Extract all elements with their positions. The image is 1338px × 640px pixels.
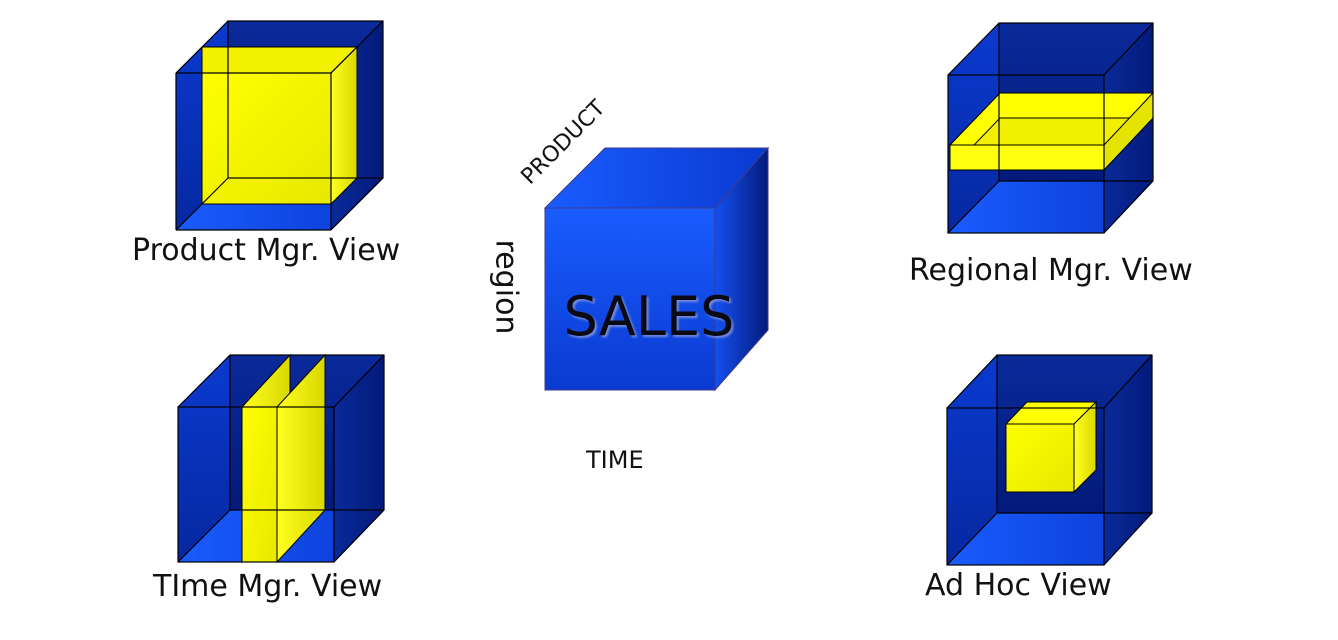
time-axis-label: TIME [586,446,644,474]
adhoc-view-caption: Ad Hoc View [925,568,1112,603]
product-slice-side [330,45,358,206]
time-view-caption: TIme Mgr. View [153,569,383,604]
time-slice-front [241,406,278,563]
olap-cube-diagram: Product Mgr. View Regional Mgr. View TIm… [0,0,1338,636]
sales-cube [543,146,770,392]
adhoc-subcube-front [1005,423,1075,493]
region-slice-front [949,144,1105,171]
adhoc-view-cube [946,354,1153,566]
region-axis-label: region [488,239,524,335]
product-view-cube [175,20,384,231]
product-view-caption: Product Mgr. View [132,233,401,268]
time-view-cube [177,353,385,564]
sales-cube-label: SALES [563,285,735,348]
product-slice-top [201,46,359,74]
regional-view-cube [947,22,1155,234]
regional-view-caption: Regional Mgr. View [909,253,1193,288]
